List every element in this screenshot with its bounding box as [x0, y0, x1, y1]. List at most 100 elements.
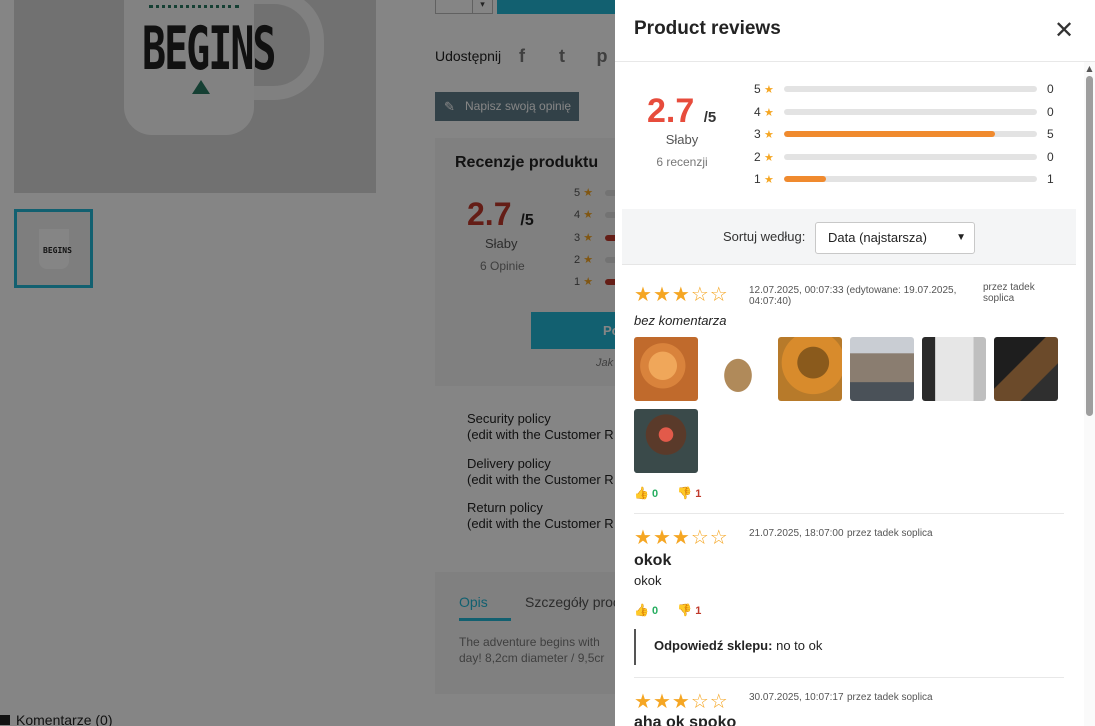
review-separator — [634, 677, 1064, 678]
distribution-count: 0 — [1047, 82, 1054, 96]
star-empty-icon: ☆ — [690, 525, 710, 549]
vote-up-button[interactable]: 👍 0 — [634, 486, 659, 500]
modal-backdrop[interactable] — [0, 0, 615, 726]
star-filled-icon: ★ — [671, 282, 691, 306]
restaurant-photo[interactable] — [994, 337, 1058, 401]
thumb-up-icon: 👍 — [634, 603, 649, 617]
rating-word: Słaby — [665, 132, 699, 147]
review-date: 30.07.2025, 10:07:17 — [749, 692, 844, 703]
star-icon: ★ — [764, 107, 774, 119]
rating-distribution-row-2[interactable]: 2 ★ 0 — [754, 150, 1064, 164]
scroll-up-icon[interactable]: ▲ — [1084, 64, 1095, 73]
cafe-photo[interactable] — [922, 337, 986, 401]
star-filled-icon: ★ — [634, 282, 653, 306]
review-author: przez tadek soplica — [983, 282, 1035, 304]
vote-up-count: 0 — [652, 605, 659, 617]
sort-label: Sortuj według: — [723, 229, 806, 244]
thumb-down-icon: 👎 — [677, 603, 693, 617]
panel-title: Product reviews — [634, 18, 781, 39]
chevron-down-icon: ▼ — [956, 232, 966, 243]
distribution-stars: 5 — [754, 82, 761, 96]
cupcake-photo[interactable] — [634, 409, 698, 473]
distribution-count: 0 — [1047, 150, 1054, 164]
review-title: aha ok spoko — [634, 714, 737, 726]
shop-reply-label: Odpowiedź sklepu: — [654, 638, 773, 653]
review-stars: ★★★☆☆ — [634, 689, 729, 713]
thumb-up-icon: 👍 — [634, 486, 649, 500]
star-empty-icon: ☆ — [709, 282, 729, 306]
review-count: 6 recenzji — [656, 155, 708, 169]
scrollbar[interactable]: ▲ — [1084, 62, 1095, 726]
distribution-bar — [784, 109, 1037, 115]
distribution-fill — [784, 131, 995, 137]
sort-select[interactable]: Data (najstarsza) ▼ — [815, 222, 975, 254]
distribution-label: 3 ★ — [754, 127, 774, 141]
cat-photo[interactable] — [634, 337, 698, 401]
shop-reply: Odpowiedź sklepu: no to ok — [634, 629, 1064, 665]
distribution-bar — [784, 86, 1037, 92]
rating-distribution-row-3[interactable]: 3 ★ 5 — [754, 127, 1064, 141]
rating-distribution-row-5[interactable]: 5 ★ 0 — [754, 82, 1064, 96]
star-icon: ★ — [764, 129, 774, 141]
star-filled-icon: ★ — [652, 282, 672, 306]
distribution-stars: 4 — [754, 105, 761, 119]
review-body: okok — [634, 573, 662, 588]
rating-out-of: /5 — [703, 109, 717, 126]
scrollbar-thumb[interactable] — [1086, 76, 1093, 416]
distribution-label: 5 ★ — [754, 82, 774, 96]
review-item: ★★★☆☆ 12.07.2025, 00:07:33 (edytowane: 1… — [634, 282, 1064, 514]
star-empty-icon: ☆ — [690, 689, 710, 713]
distribution-label: 4 ★ — [754, 105, 774, 119]
rating-distribution-row-4[interactable]: 4 ★ 0 — [754, 105, 1064, 119]
review-author: przez tadek soplica — [847, 692, 933, 703]
sort-bar: Sortuj według: Data (najstarsza) ▼ — [622, 209, 1076, 265]
review-stars: ★★★☆☆ — [634, 525, 729, 549]
distribution-count: 5 — [1047, 127, 1054, 141]
vote-down-button[interactable]: 👎 1 — [677, 486, 701, 500]
distribution-stars: 2 — [754, 150, 761, 164]
star-filled-icon: ★ — [652, 689, 672, 713]
star-empty-icon: ☆ — [709, 689, 729, 713]
star-icon: ★ — [764, 152, 774, 164]
star-icon: ★ — [764, 174, 774, 186]
canal-houses-photo[interactable] — [850, 337, 914, 401]
star-filled-icon: ★ — [671, 689, 691, 713]
bengal-cat-photo[interactable] — [706, 337, 770, 401]
review-separator — [634, 513, 1064, 514]
tree-photo[interactable] — [778, 337, 842, 401]
review-photos — [634, 337, 1064, 473]
star-empty-icon: ☆ — [709, 525, 729, 549]
distribution-bar — [784, 176, 1037, 182]
vote-up-count: 0 — [652, 488, 659, 500]
shop-reply-text: no to ok — [776, 638, 823, 653]
review-stars: ★★★☆☆ — [634, 282, 729, 306]
distribution-stars: 3 — [754, 127, 761, 141]
distribution-fill — [784, 176, 827, 182]
rating-average: 2.7 /5 — [647, 92, 716, 131]
review-item: ★★★☆☆ 30.07.2025, 10:07:17 przez tadek s… — [634, 689, 1064, 726]
rating-distribution-row-1[interactable]: 1 ★ 1 — [754, 172, 1064, 186]
vote-down-count: 1 — [695, 605, 702, 617]
rating-average-value: 2.7 — [647, 92, 695, 130]
reviews-panel: Product reviews ✕ 2.7 /5 Słaby 6 recenzj… — [615, 0, 1095, 726]
review-author: przez tadek soplica — [847, 528, 933, 539]
star-icon: ★ — [764, 84, 774, 96]
panel-header: Product reviews ✕ — [615, 0, 1095, 62]
distribution-count: 1 — [1047, 172, 1054, 186]
review-title: okok — [634, 552, 672, 569]
star-empty-icon: ☆ — [690, 282, 710, 306]
review-date: 12.07.2025, 00:07:33 (edytowane: 19.07.2… — [749, 285, 957, 307]
distribution-stars: 1 — [754, 172, 761, 186]
thumb-down-icon: 👎 — [677, 486, 693, 500]
review-body: bez komentarza — [634, 313, 727, 328]
distribution-label: 2 ★ — [754, 150, 774, 164]
review-votes: 👍 0 👎 1 — [634, 486, 701, 500]
review-item: ★★★☆☆ 21.07.2025, 18:07:00 przez tadek s… — [634, 525, 1064, 678]
star-filled-icon: ★ — [634, 525, 653, 549]
sort-selected-value: Data (najstarsza) — [828, 230, 927, 245]
vote-up-button[interactable]: 👍 0 — [634, 603, 659, 617]
close-icon[interactable]: ✕ — [1051, 15, 1077, 45]
vote-down-button[interactable]: 👎 1 — [677, 603, 702, 617]
star-filled-icon: ★ — [652, 525, 672, 549]
star-filled-icon: ★ — [634, 689, 653, 713]
